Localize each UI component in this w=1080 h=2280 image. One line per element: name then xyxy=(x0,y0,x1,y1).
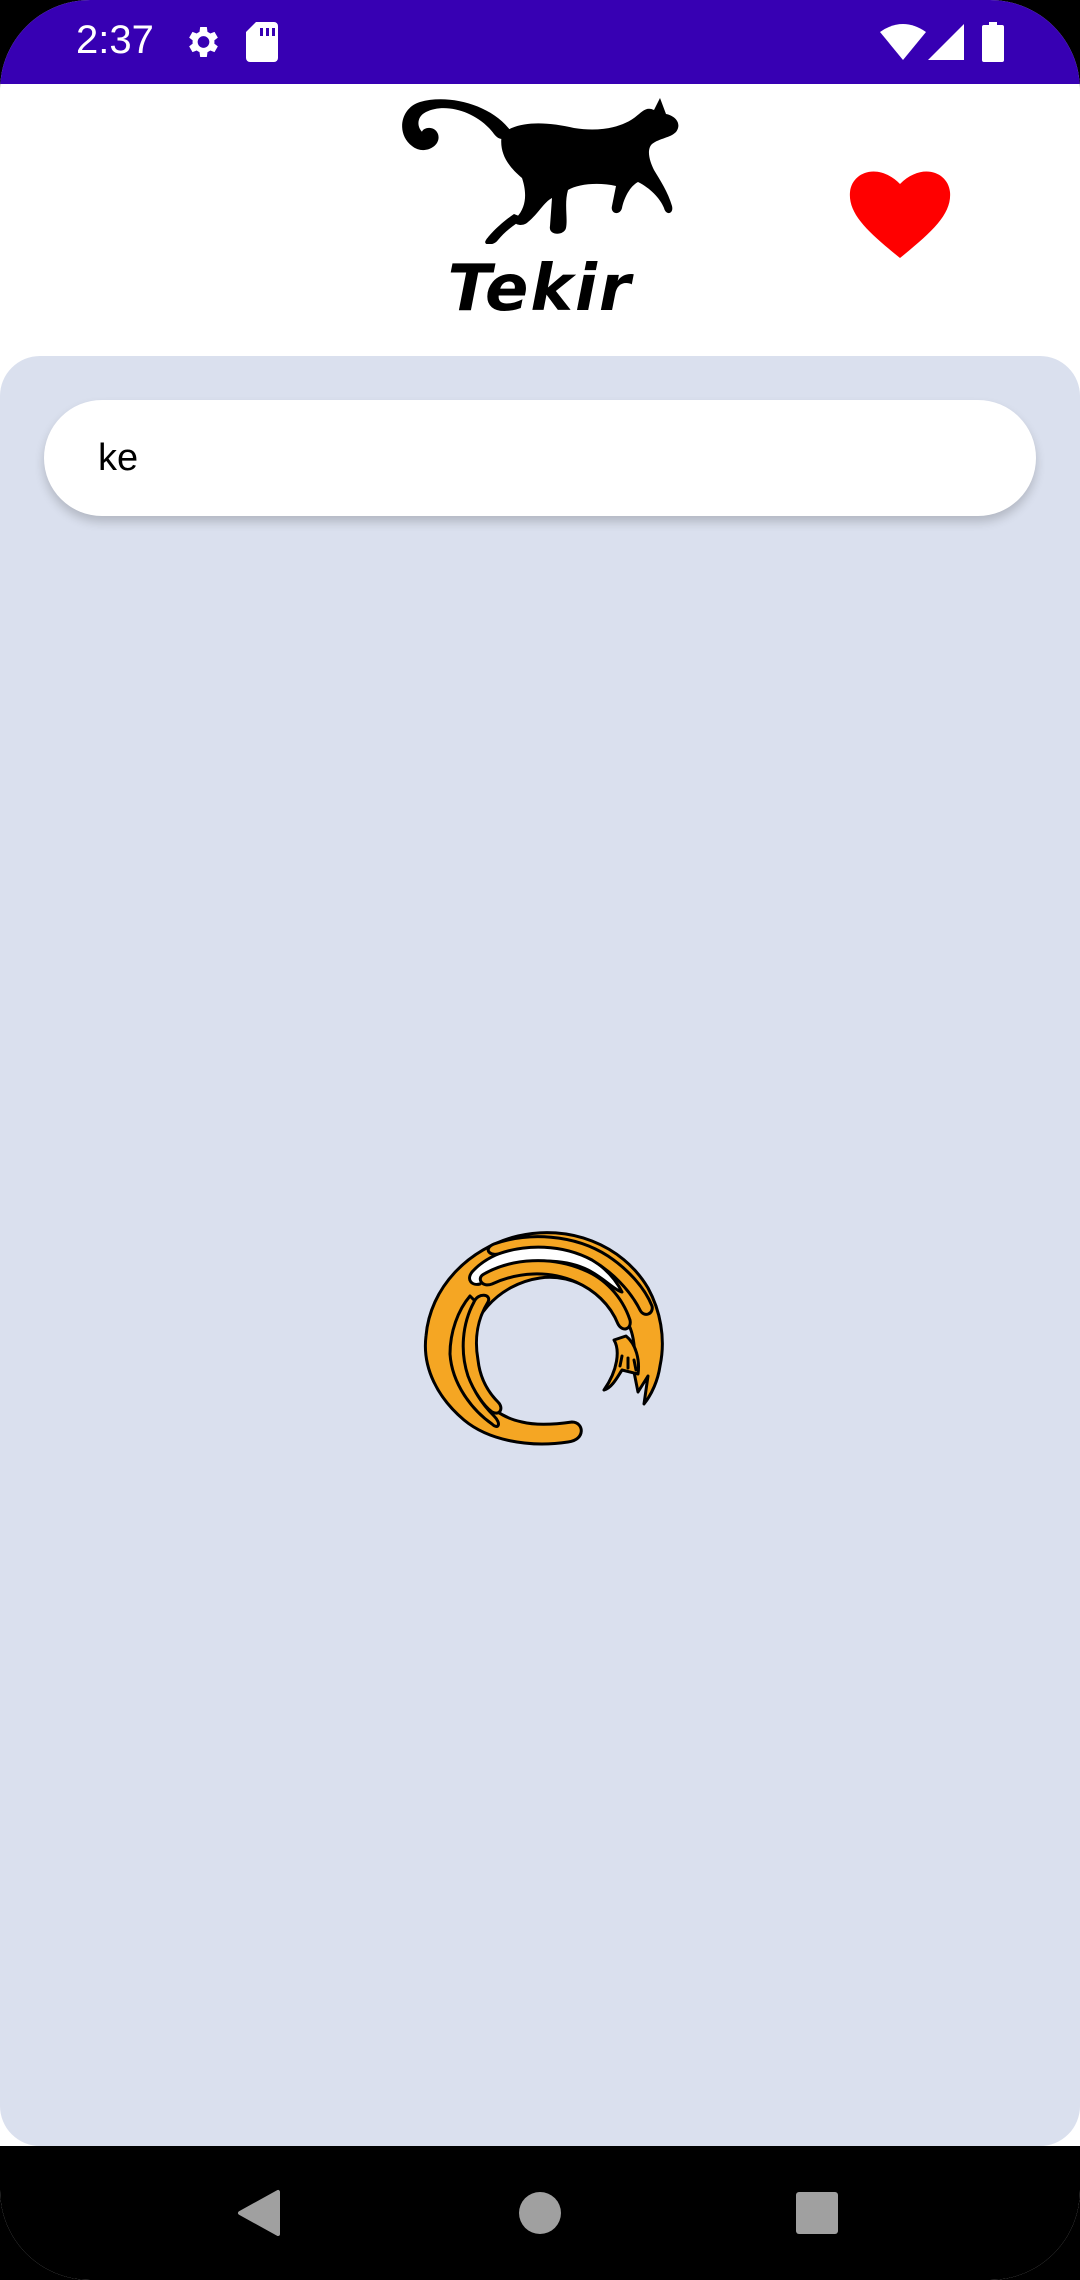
app-screen: 2:37 Tekir ke xyxy=(0,0,1080,2280)
heart-icon xyxy=(848,171,952,270)
system-navigation-bar xyxy=(0,2146,1080,2280)
app-header: Tekir xyxy=(0,84,1080,356)
walking-cat-icon xyxy=(398,94,680,249)
curled-cat-loading-icon xyxy=(408,1220,672,1484)
recents-icon xyxy=(782,2192,852,2252)
wifi-icon xyxy=(880,24,926,65)
cellular-signal-icon xyxy=(928,24,964,65)
favorites-button[interactable] xyxy=(848,166,952,266)
status-time: 2:37 xyxy=(76,18,154,62)
recents-button[interactable] xyxy=(782,2178,852,2248)
sd-card-icon xyxy=(246,22,278,67)
search-box xyxy=(44,400,1036,516)
back-icon xyxy=(232,2190,302,2252)
content-panel xyxy=(0,356,1080,2146)
home-button[interactable] xyxy=(505,2178,575,2248)
search-input[interactable] xyxy=(98,400,978,516)
home-icon xyxy=(505,2192,575,2252)
back-button[interactable] xyxy=(232,2178,302,2248)
gear-icon xyxy=(182,22,222,67)
battery-icon xyxy=(982,22,1004,67)
status-bar: 2:37 xyxy=(0,0,1080,84)
